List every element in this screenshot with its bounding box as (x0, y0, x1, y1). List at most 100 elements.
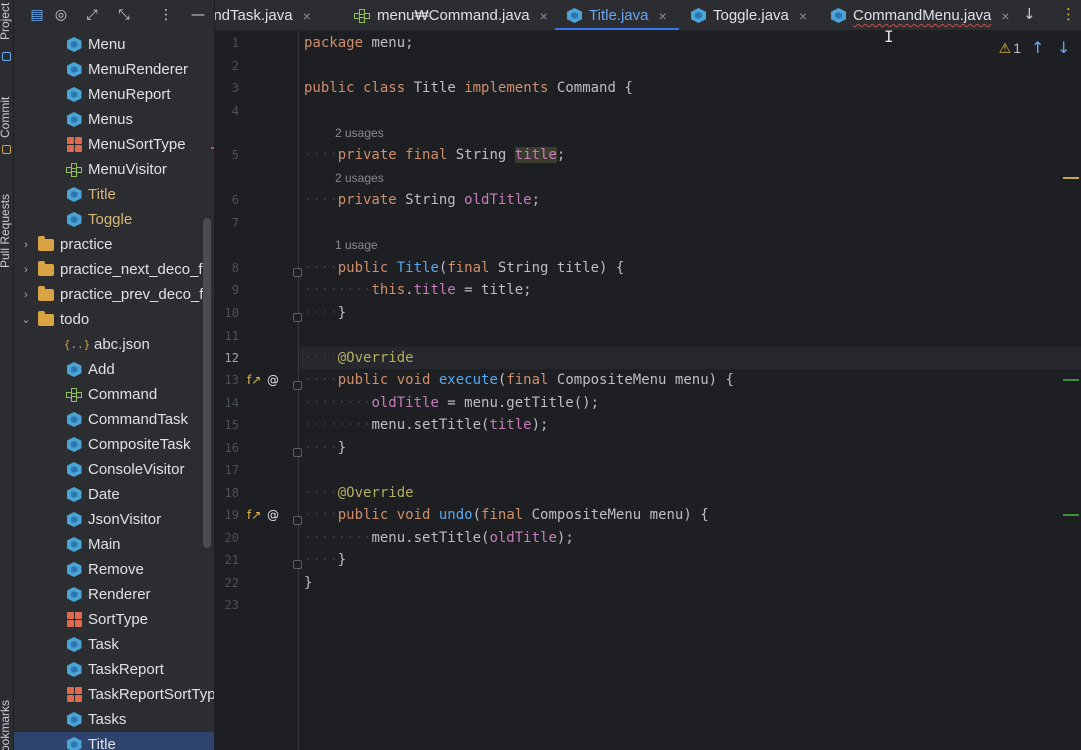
tree-item[interactable]: MenuReport (14, 82, 214, 107)
tree-item[interactable]: TaskReportSortTyp (14, 682, 214, 707)
implements-method-icon[interactable]: f↗ (247, 373, 261, 387)
inspection-widget[interactable]: ⚠ 1 (999, 40, 1021, 57)
tree-item[interactable]: {..} abc.json (14, 332, 214, 357)
line-number[interactable]: 23 (215, 598, 239, 612)
tab-options-icon[interactable]: ⋮ (1061, 5, 1076, 23)
editor-tab[interactable]: andTask.java × (215, 0, 323, 30)
line-number[interactable]: 6 (215, 193, 239, 207)
hide-panel-icon[interactable]: — (189, 6, 207, 24)
tree-item[interactable]: MenuRenderer (14, 57, 214, 82)
line-number[interactable]: 9 (215, 283, 239, 297)
indent-guide: ········ (304, 395, 372, 411)
warning-stripe-mark[interactable] (1063, 177, 1079, 179)
tree-item[interactable]: Menu (14, 32, 214, 57)
locate-target-icon[interactable]: ◎ (52, 6, 70, 24)
tree-item[interactable]: Date (14, 482, 214, 507)
line-number[interactable]: 22 (215, 576, 239, 590)
override-annotation-icon[interactable]: @ (267, 508, 279, 522)
next-highlight-icon[interactable]: ↓ (1057, 38, 1070, 57)
usages-hint[interactable]: 2 usages (335, 171, 384, 185)
collapse-all-icon[interactable]: ⤡ (115, 6, 133, 24)
tree-item[interactable]: › practice_prev_deco_fo (14, 282, 214, 307)
line-number[interactable]: 21 (215, 553, 239, 567)
implements-method-icon[interactable]: f↗ (247, 508, 261, 522)
tree-item[interactable]: Add (14, 357, 214, 382)
line-number[interactable]: 10 (215, 306, 239, 320)
line-number[interactable]: 2 (215, 59, 239, 73)
tree-item[interactable]: Remove (14, 557, 214, 582)
expand-all-icon[interactable]: ⤢ (83, 6, 101, 24)
line-number[interactable]: 20 (215, 531, 239, 545)
options-menu-icon[interactable]: ⋮ (157, 6, 175, 24)
chevron-right-icon[interactable]: › (20, 264, 32, 276)
interface-icon (354, 8, 370, 23)
change-stripe-mark[interactable] (1063, 379, 1079, 381)
tree-item[interactable]: › practice_next_deco_fo (14, 257, 214, 282)
line-number[interactable]: 14 (215, 396, 239, 410)
chevron-down-icon[interactable]: ⌄ (20, 314, 32, 326)
tree-item[interactable]: TaskReport (14, 657, 214, 682)
tree-item[interactable]: Toggle (14, 207, 214, 232)
code-text: = title; (455, 282, 532, 298)
class-icon (831, 8, 846, 23)
chevron-right-icon[interactable]: › (20, 289, 32, 301)
editor-tab[interactable]: Title.java × (555, 0, 679, 30)
pull-requests-tool-button[interactable]: Pull Requests (0, 194, 12, 268)
line-number[interactable]: 13 (215, 373, 239, 387)
tree-item[interactable]: CompositeTask (14, 432, 214, 457)
editor-tab[interactable]: menu₩Command.java × (342, 0, 560, 30)
tree-item[interactable]: ⌄ todo (14, 307, 214, 332)
change-stripe-mark[interactable] (1063, 514, 1079, 516)
line-number[interactable]: 11 (215, 329, 239, 343)
previous-highlight-icon[interactable]: ↑ (1031, 38, 1044, 57)
tree-item[interactable]: MenuSortType (14, 132, 214, 157)
close-icon[interactable]: × (658, 8, 666, 24)
tree-item[interactable]: Menus (14, 107, 214, 132)
line-number[interactable]: 1 (215, 36, 239, 50)
line-number[interactable]: 17 (215, 463, 239, 477)
select-opened-file-icon[interactable]: ▤ (28, 6, 46, 24)
tree-item[interactable]: Command (14, 382, 214, 407)
editor-tab[interactable]: CommandMenu.java × (819, 0, 1022, 30)
commit-tool-button[interactable]: Commit (0, 97, 12, 138)
line-number[interactable]: 16 (215, 441, 239, 455)
tree-item[interactable]: SortType (14, 607, 214, 632)
project-tool-button[interactable]: Project (0, 3, 12, 40)
tree-item[interactable]: › practice (14, 232, 214, 257)
override-annotation-icon[interactable]: @ (267, 373, 279, 387)
tree-item[interactable]: MenuVisitor (14, 157, 214, 182)
tree-item[interactable]: Title (14, 732, 214, 750)
chevron-right-icon[interactable]: › (20, 239, 32, 251)
tree-item[interactable]: Main (14, 532, 214, 557)
line-number[interactable]: 7 (215, 216, 239, 230)
usages-hint[interactable]: 1 usage (335, 238, 378, 252)
tree-item[interactable]: CommandTask (14, 407, 214, 432)
tree-item[interactable]: Renderer (14, 582, 214, 607)
tree-item[interactable]: Title (14, 182, 214, 207)
line-number[interactable]: 19 (215, 508, 239, 522)
bookmarks-tool-button[interactable]: Bookmarks (0, 700, 12, 750)
line-number[interactable]: 4 (215, 104, 239, 118)
line-number[interactable]: 12 (215, 351, 239, 365)
line-number[interactable]: 5 (215, 148, 239, 162)
line-number[interactable]: 15 (215, 418, 239, 432)
line-number[interactable]: 8 (215, 261, 239, 275)
close-icon[interactable]: × (303, 8, 311, 24)
line-number[interactable]: 3 (215, 81, 239, 95)
close-icon[interactable]: × (540, 8, 548, 24)
code-editor[interactable]: package menu; public class Title impleme… (300, 31, 1081, 750)
tree-item[interactable]: JsonVisitor (14, 507, 214, 532)
tree-item[interactable]: Task (14, 632, 214, 657)
tree-item-label: MenuReport (88, 86, 171, 103)
close-icon[interactable]: × (799, 8, 807, 24)
line-number[interactable]: 18 (215, 486, 239, 500)
tree-scrollbar[interactable] (203, 218, 211, 548)
tree-item[interactable]: ConsoleVisitor (14, 457, 214, 482)
usages-hint[interactable]: 2 usages (335, 126, 384, 140)
tree-item-label: SortType (88, 611, 149, 628)
folder-icon (38, 260, 54, 278)
tree-item[interactable]: Tasks (14, 707, 214, 732)
close-icon[interactable]: × (1001, 8, 1009, 24)
editor-tab[interactable]: Toggle.java × (679, 0, 819, 30)
tab-list-down-icon[interactable]: ↓ (1023, 5, 1036, 23)
